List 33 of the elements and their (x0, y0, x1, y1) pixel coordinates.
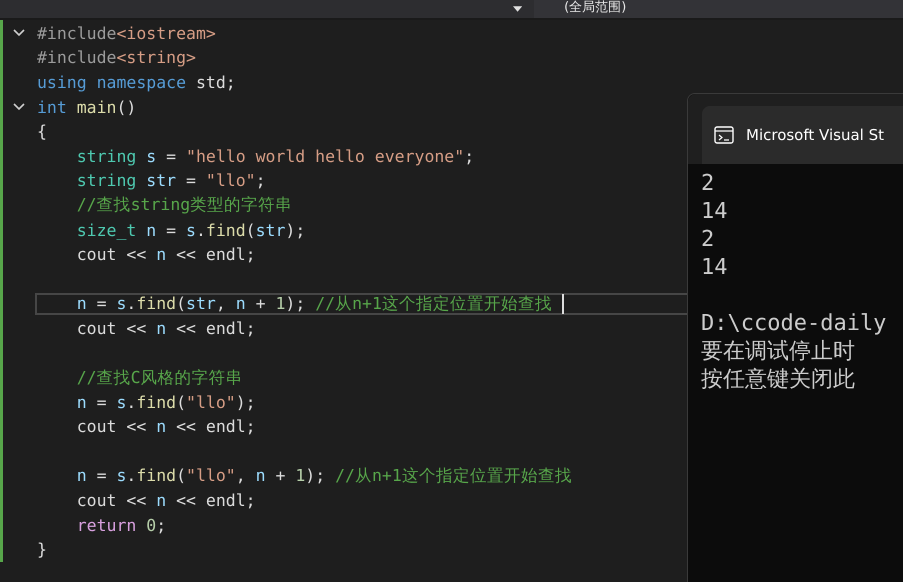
code-line: cout << n << endl; (76, 417, 256, 436)
code-line: #include<iostream> (37, 24, 216, 43)
code-line: cout << n << endl; (76, 491, 256, 510)
code-line: cout << n << endl; (76, 245, 256, 264)
terminal-icon (714, 126, 734, 144)
code-line: cout << n << endl; (76, 318, 256, 338)
console-output-line: 14 (701, 199, 728, 224)
code-line: #include<string> (37, 48, 196, 68)
code-line: //查找C风格的字符串 (76, 366, 243, 389)
console-output-line: 要在调试停止时 (701, 339, 855, 364)
console-output-line: 14 (701, 255, 728, 280)
code-line: //查找string类型的字符串 (76, 194, 292, 216)
fold-chevron-icon[interactable] (13, 29, 25, 38)
console-output-line: 2 (701, 227, 714, 252)
code-line: n = s.find("llo"); (76, 392, 256, 412)
code-line: int main() (37, 98, 136, 117)
code-line: n = s.find("llo", n + 1); //从n+1这个指定位置开始查找 (76, 464, 572, 487)
code-line: return 0; (76, 516, 166, 535)
code-line: string str = "llo"; (76, 171, 266, 190)
code-line: { (37, 122, 47, 142)
console-tab[interactable]: Microsoft Visual St (702, 106, 903, 164)
console-output-line: 2 (701, 171, 714, 196)
text-cursor (562, 294, 564, 314)
code-line: using namespace std; (37, 72, 236, 92)
code-line: size_t n = s.find(str); (76, 220, 306, 240)
code-line: n = s.find(str, n + 1); //从n+1这个指定位置开始查找 (76, 292, 553, 315)
dropdown-caret-icon[interactable] (513, 6, 522, 12)
fold-chevron-icon[interactable] (13, 103, 25, 112)
console-output-line: D:\ccode-daily (701, 311, 886, 336)
scope-dropdown[interactable]: (全局范围) (534, 0, 903, 18)
console-output-line: 按任意键关闭此 (701, 367, 855, 392)
code-line: string s = "hello world hello everyone"; (76, 146, 474, 166)
code-line: } (37, 540, 47, 560)
